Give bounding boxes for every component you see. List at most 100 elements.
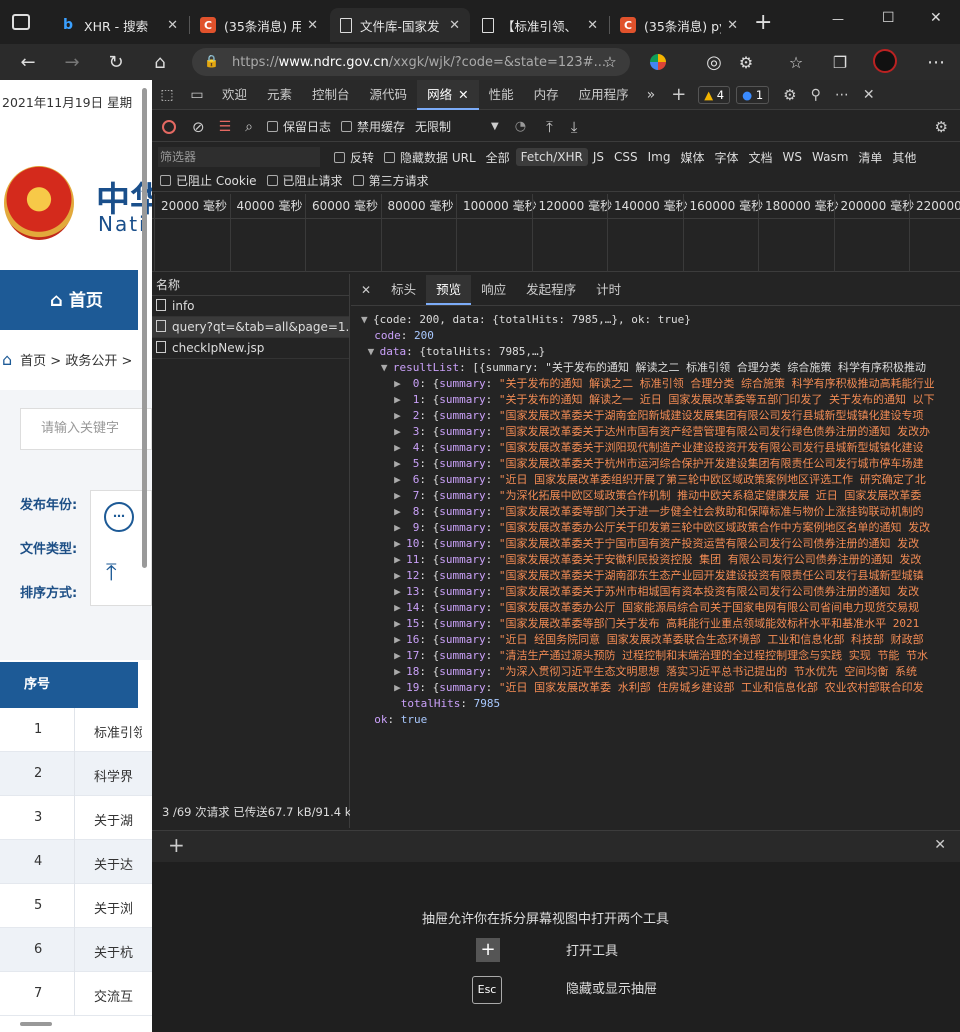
table-row[interactable]: 5 关于浏 <box>0 884 152 928</box>
table-row[interactable]: 6 关于杭 <box>0 928 152 972</box>
type-filter-10[interactable]: 其他 <box>887 147 921 168</box>
close-devtools-icon[interactable]: ✕ <box>863 87 875 103</box>
browser-tab[interactable]: C (35条消息) 用 ✕ <box>190 8 328 42</box>
request-row[interactable]: info <box>152 296 349 317</box>
chevron-down-icon[interactable]: ▼ <box>491 121 499 132</box>
type-filter-3[interactable]: Img <box>643 148 676 166</box>
chat-icon[interactable]: ⋯ <box>104 502 134 532</box>
network-settings-icon[interactable]: ⚙ <box>935 118 948 136</box>
table-row[interactable]: 4 关于达 <box>0 840 152 884</box>
search-icon[interactable]: ⌕ <box>245 119 253 135</box>
row-title[interactable]: 关于达 <box>94 854 142 873</box>
horizontal-scrollbar[interactable] <box>20 1022 52 1026</box>
name-column-header[interactable]: 名称 <box>152 274 349 296</box>
tab-headers[interactable]: 标头 <box>381 275 426 305</box>
open-tool-button[interactable]: + <box>476 938 500 962</box>
tab-welcome[interactable]: 欢迎 <box>212 80 257 110</box>
tab-initiator[interactable]: 发起程序 <box>516 275 586 305</box>
row-title[interactable]: 关于杭 <box>94 942 142 961</box>
issues-badge[interactable]: ● 1 <box>736 85 770 104</box>
address-field[interactable]: 🔒 https://www.ndrc.gov.cn/xxgk/wjk/?code… <box>192 48 630 76</box>
browser-tab[interactable]: C (35条消息) py ✕ <box>610 8 748 42</box>
extensions-puzzle-icon[interactable]: ⚙ <box>732 50 760 74</box>
throttle-select[interactable]: 无限制 <box>415 118 483 135</box>
back-to-top-icon[interactable]: ⤒ <box>106 558 117 586</box>
row-title[interactable]: 标准引领 <box>94 722 142 741</box>
table-row[interactable]: 3 关于湖 <box>0 796 152 840</box>
type-filter-0[interactable]: Fetch/XHR <box>515 148 588 166</box>
blocked-cookie-checkbox[interactable]: 已阻止 Cookie <box>160 172 257 189</box>
filter-icon[interactable]: ☰ <box>219 119 232 135</box>
hide-data-url-checkbox[interactable]: 隐藏数据 URL <box>384 149 476 166</box>
clear-icon[interactable]: ⊘ <box>192 118 205 136</box>
tab-performance[interactable]: 性能 <box>479 80 524 110</box>
close-tab-icon[interactable]: ✕ <box>458 87 468 102</box>
add-tab-icon[interactable]: + <box>663 84 694 105</box>
warnings-badge[interactable]: ▲ 4 <box>698 85 731 104</box>
network-conditions-icon[interactable]: ◔ <box>515 119 526 134</box>
type-filter-9[interactable]: 清单 <box>853 147 887 168</box>
export-har-icon[interactable]: ⤓ <box>571 118 578 136</box>
device-toolbar-icon[interactable]: ▭ <box>182 87 212 103</box>
close-tab-icon[interactable]: ✕ <box>449 18 460 33</box>
more-options-icon[interactable]: ⋯ <box>835 87 849 103</box>
maximize-button[interactable]: ☐ <box>882 10 895 26</box>
filter-input[interactable]: 筛选器 <box>158 147 320 167</box>
type-filter-8[interactable]: Wasm <box>807 148 853 166</box>
tab-network[interactable]: 网络 ✕ <box>417 79 479 110</box>
browser-tab[interactable]: 【标准引领、 ✕ <box>472 8 608 42</box>
collections-icon[interactable]: ❐ <box>826 50 854 74</box>
refresh-button[interactable]: ↻ <box>102 50 130 74</box>
tab-actions-icon[interactable] <box>12 14 30 30</box>
row-title[interactable]: 关于湖 <box>94 810 142 829</box>
favorites-icon[interactable]: ☆ <box>782 50 810 74</box>
type-filter-7[interactable]: WS <box>778 148 807 166</box>
blocked-requests-checkbox[interactable]: 已阻止请求 <box>266 172 343 189</box>
back-button[interactable]: ← <box>14 50 42 74</box>
close-detail-icon[interactable]: ✕ <box>361 283 371 297</box>
drawer-add-icon[interactable]: + <box>168 833 185 857</box>
row-title[interactable]: 交流互 <box>94 986 142 1005</box>
table-row[interactable]: 7 交流互 <box>0 972 152 1016</box>
inspect-icon[interactable]: ⬚ <box>152 87 182 103</box>
json-preview[interactable]: ▼ {code: 200, data: {totalHits: 7985,…}, … <box>361 312 960 822</box>
search-input[interactable]: 请输入关键字 <box>20 408 152 450</box>
more-menu-icon[interactable]: ⋯ <box>922 50 950 74</box>
type-filter-2[interactable]: CSS <box>609 148 643 166</box>
type-filter-4[interactable]: 媒体 <box>675 147 709 168</box>
profile-avatar[interactable] <box>873 49 897 73</box>
tab-elements[interactable]: 元素 <box>257 80 302 110</box>
close-tab-icon[interactable]: ✕ <box>167 18 178 33</box>
request-row[interactable]: checkIpNew.jsp <box>152 338 349 359</box>
tab-console[interactable]: 控制台 <box>302 80 360 110</box>
extension-icon[interactable]: ◎ <box>700 50 728 74</box>
browser-tab-active[interactable]: 文件库-国家发 ✕ <box>330 8 470 42</box>
minimize-button[interactable]: — <box>832 12 844 26</box>
feedback-icon[interactable]: ⚲ <box>811 87 821 103</box>
row-title[interactable]: 科学界 <box>94 766 142 785</box>
extension-color-icon[interactable] <box>650 54 666 70</box>
request-row[interactable]: query?qt=&tab=all&page=1... <box>152 317 349 338</box>
table-row[interactable]: 1 标准引领 <box>0 708 152 752</box>
close-tab-icon[interactable]: ✕ <box>307 18 318 33</box>
row-title[interactable]: 关于浏 <box>94 898 142 917</box>
close-window-button[interactable]: ✕ <box>930 10 942 26</box>
home-button[interactable]: ⌂ <box>146 50 174 74</box>
more-tabs-icon[interactable]: » <box>639 87 664 103</box>
forward-button[interactable]: → <box>58 50 86 74</box>
import-har-icon[interactable]: ⤒ <box>546 118 553 136</box>
nav-home[interactable]: ⌂ 首页 <box>50 286 103 311</box>
table-row[interactable]: 2 科学界 <box>0 752 152 796</box>
type-filter-5[interactable]: 字体 <box>709 147 743 168</box>
record-button[interactable] <box>162 119 176 134</box>
favorite-star-icon[interactable]: ☆ <box>596 50 624 74</box>
tab-application[interactable]: 应用程序 <box>569 80 639 110</box>
network-timeline[interactable]: 20000 毫秒 40000 毫秒 60000 毫秒 80000 毫秒 100000 毫… <box>152 194 960 272</box>
close-tab-icon[interactable]: ✕ <box>727 18 738 33</box>
tab-preview[interactable]: 预览 <box>426 274 472 305</box>
third-party-checkbox[interactable]: 第三方请求 <box>352 172 429 189</box>
tab-sources[interactable]: 源代码 <box>360 80 418 110</box>
invert-checkbox[interactable]: 反转 <box>334 149 374 166</box>
filter-all[interactable]: 全部 <box>486 149 510 166</box>
preserve-log-checkbox[interactable]: 保留日志 <box>266 118 331 135</box>
